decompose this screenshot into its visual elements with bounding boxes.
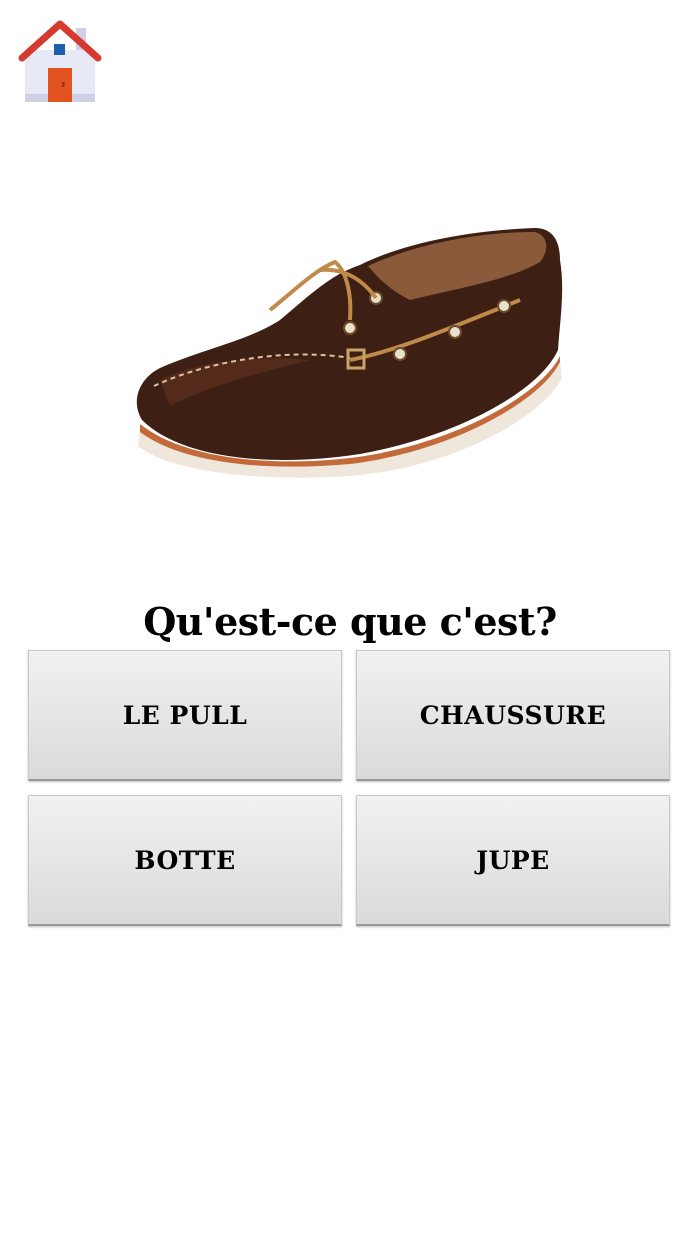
answer-label: BOTTE: [134, 845, 236, 875]
answer-label: CHAUSSURE: [419, 700, 607, 730]
answer-button-3[interactable]: BOTTE: [28, 795, 342, 926]
answer-button-4[interactable]: JUPE: [356, 795, 670, 926]
question-text: Qu'est-ce que c'est?: [143, 599, 557, 644]
shoe-image: [120, 210, 580, 500]
answer-label: JUPE: [476, 845, 550, 875]
answer-button-2[interactable]: CHAUSSURE: [356, 650, 670, 781]
answer-grid: LE PULL CHAUSSURE BOTTE JUPE: [28, 650, 672, 926]
house-icon: [18, 20, 102, 102]
answer-label: LE PULL: [122, 700, 248, 730]
answer-button-1[interactable]: LE PULL: [28, 650, 342, 781]
home-button[interactable]: [18, 18, 102, 104]
